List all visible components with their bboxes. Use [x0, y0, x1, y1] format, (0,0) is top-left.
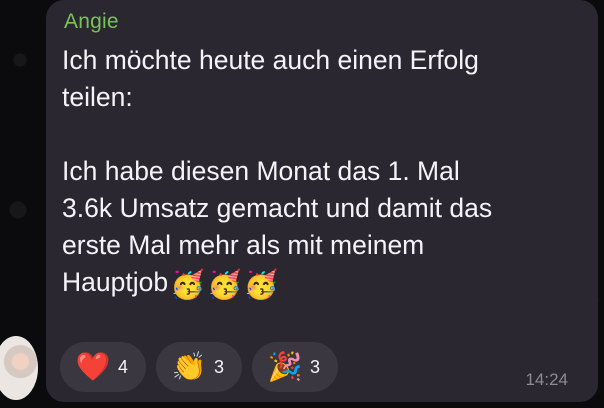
partying-face-icon: 🥳: [206, 269, 242, 300]
message-timestamp: 14:24: [525, 370, 568, 389]
reaction-count: 4: [118, 356, 129, 377]
message-bubble[interactable]: Angie Ich möchte heute auch einen Erfolg…: [46, 0, 598, 402]
sender-name[interactable]: Angie: [64, 10, 119, 34]
reaction-clap[interactable]: 👏 3: [156, 342, 243, 392]
reaction-party[interactable]: 🎉 3: [252, 342, 339, 392]
reactions-bar: ❤️ 4 👏 3 🎉 3: [60, 342, 339, 392]
message-body: Ich möchte heute auch einen Erfolg teile…: [62, 45, 493, 297]
party-popper-icon: 🎉: [267, 351, 303, 382]
red-heart-icon: ❤️: [75, 351, 111, 382]
reaction-count: 3: [214, 356, 225, 377]
message-text: Ich möchte heute auch einen Erfolg teile…: [62, 42, 572, 301]
partying-face-icon: 🥳: [243, 269, 279, 300]
reaction-heart[interactable]: ❤️ 4: [60, 342, 147, 392]
clapping-hands-icon: 👏: [171, 351, 207, 382]
partying-face-icon: 🥳: [170, 269, 205, 300]
reaction-count: 3: [310, 356, 321, 377]
